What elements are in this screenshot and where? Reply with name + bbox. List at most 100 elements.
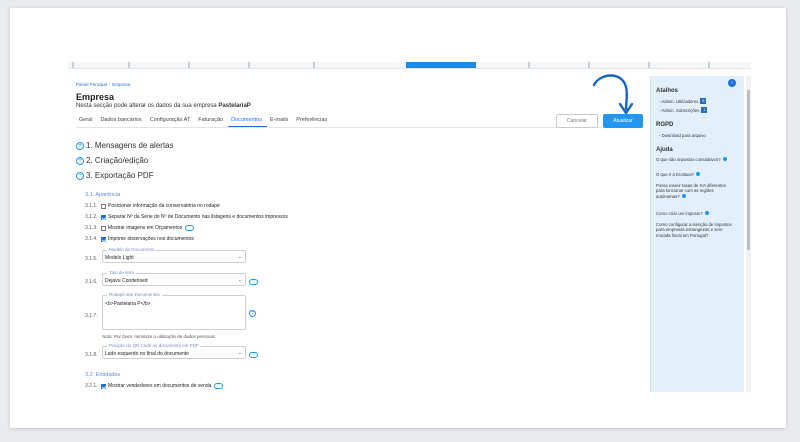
tab-preferencias[interactable]: Preferências [293,115,332,127]
option-row: 3.2.1. Mostrar vendedores em documentos … [85,383,224,389]
option-row: 3.1.4. Imprime observações nos documento… [85,236,194,242]
option-checkbox[interactable] [101,236,106,242]
scrollbar-thumb[interactable] [747,90,750,250]
tab-dados-bancarios[interactable]: Dados bancários [97,115,146,127]
footer-textarea[interactable]: Rodapé dos Documentos <b>Pastelaria P</b… [102,292,246,330]
help-link[interactable]: O que são impostos cumulativos? [656,157,734,162]
page-subtitle: Nesta secção pode alterar os dados da su… [76,103,251,109]
collapse-minus-icon: − [76,171,84,180]
comment-bubble-icon[interactable] [214,383,224,389]
field-label: Rodapé dos Documentos [107,292,162,297]
app-window: Painel Principal / Empresa Empresa Nesta s… [68,62,751,392]
option-row: 3.1.2. Separar Nº da Série do Nº de Docu… [85,214,288,220]
scrollbar[interactable] [746,76,751,392]
curved-arrow-icon [592,74,634,115]
tab-configuracao-at[interactable]: Configuração AT [147,115,196,127]
shortcuts-title: Atalhos [656,88,679,94]
sidebar-toggle-icon[interactable]: › [728,79,736,87]
section-export[interactable]: − 3. Exportação PDF [76,171,154,180]
help-question-icon[interactable]: ? [249,310,256,317]
top-nav-marker [648,62,650,68]
section-alerts[interactable]: + 1. Mensagens de alertas [76,141,174,150]
option-checkbox[interactable] [101,203,106,209]
tab-documentos[interactable]: Documentos [228,115,267,127]
option-number: 3.1.5. [85,256,98,262]
top-nav-marker [188,62,190,68]
info-dot-icon [681,193,686,198]
document-model-select[interactable]: Modelo de Documento Modelo Light ⌄ [102,247,246,263]
option-number: 3.1.3. [85,225,98,231]
option-number: 3.1.7. [85,313,98,319]
font-select[interactable]: Tipo de letra Dejavu Condensed ⌄ [102,270,246,286]
option-label: Imprime observações nos documentos [108,236,194,242]
option-checkbox[interactable] [101,225,106,231]
top-nav-marker [708,62,710,68]
subtitle-text: Nesta secção pode alterar os dados da su… [76,103,219,109]
help-question: Posso inserir taxas de IVA diferentes pa… [656,183,726,199]
option-row: 3.1.1. Posicionar informação da conserva… [85,203,220,209]
breadcrumb-current[interactable]: Empresa [112,82,130,87]
section-creation-label: 2. Criação/edição [86,156,149,165]
main-content: Painel Principal / Empresa Empresa Nesta s… [68,69,649,392]
top-nav-marker [248,62,250,68]
info-dot-icon [695,172,700,176]
tab-faturacao[interactable]: Faturação [195,115,228,127]
help-question: O que é a Ecotaxa? [656,172,694,177]
help-link[interactable]: Como criar um imposto? [656,211,734,216]
shortcut-label: - Admin. Utilizadores [659,98,699,104]
help-link[interactable]: Posso inserir taxas de IVA diferentes pa… [656,183,734,199]
top-nav-marker [128,62,130,68]
option-label: Mostrar imagens em Orçamentos [108,225,183,231]
info-dot-icon [704,211,709,215]
note-text: Por favor, minimize a utilização de dado… [112,334,217,339]
help-link[interactable]: O que é a Ecotaxa? [656,172,734,177]
chevron-down-icon: ⌄ [237,254,242,260]
field-value: Modelo Light [105,255,134,261]
help-link[interactable]: Como configurar a isenção de impostos pa… [656,222,734,238]
qr-position-select[interactable]: Posição do QR Code no documento em PDF L… [102,343,246,359]
section-export-label: 3. Exportação PDF [86,171,154,180]
company-name: PastelariaP [218,103,251,109]
rgpd-download-link[interactable]: - Download para arquivo [659,133,706,138]
field-label: Modelo de Documento [107,247,157,252]
top-nav-active[interactable] [406,62,476,68]
breadcrumb-separator: / [109,82,111,87]
option-label: Posicionar informação da conservatória n… [108,203,220,209]
field-label: Posição do QR Code no documento em PDF [107,343,201,348]
section-alerts-label: 1. Mensagens de alertas [86,141,174,150]
option-number: 3.1.2. [85,214,98,220]
field-value: Dejavu Condensed [105,278,148,284]
comment-bubble-icon[interactable] [185,225,195,231]
shortcut-admin-users[interactable]: - Admin. Utilizadores 6 [659,98,707,104]
option-checkbox[interactable] [101,383,106,389]
chevron-down-icon: ⌄ [237,277,242,283]
breadcrumb: Painel Principal / Empresa [76,82,130,87]
shortcut-label: - Admin. Subscrições [659,107,700,113]
option-number: 3.1.4. [85,236,98,242]
field-label: Tipo de letra [107,270,136,275]
help-question: Como criar um imposto? [656,211,703,216]
comment-bubble-icon[interactable] [249,352,258,358]
comment-bubble-icon[interactable] [249,279,258,285]
entities-heading: 3.2. Entidades [85,372,121,378]
tab-geral[interactable]: Geral [76,115,97,127]
count-badge: 1 [701,107,708,113]
note-prefix: Nota: [102,334,113,339]
breadcrumb-root[interactable]: Painel Principal [76,82,107,87]
option-checkbox[interactable] [101,214,106,220]
rgpd-title: RGPD [656,122,674,128]
option-label: Separar Nº da Série do Nº de Documento n… [108,214,288,220]
help-question: Como configurar a isenção de impostos pa… [656,222,732,238]
section-creation[interactable]: + 2. Criação/edição [76,156,148,165]
page-title: Empresa [76,92,115,102]
top-nav-marker [72,62,74,68]
option-number: 3.2.1. [85,383,98,389]
field-value: Lado esquerdo no final do documento [105,351,189,357]
tab-emails[interactable]: E-mails [267,115,293,127]
shortcut-admin-subscriptions[interactable]: - Admin. Subscrições 1 [659,107,708,113]
option-row: 3.1.3. Mostrar imagens em Orçamentos [85,225,195,231]
option-label: Mostrar vendedores em documentos de vend… [108,383,212,389]
expand-plus-icon: + [76,156,84,165]
count-badge: 6 [700,98,707,104]
info-dot-icon [722,157,727,161]
